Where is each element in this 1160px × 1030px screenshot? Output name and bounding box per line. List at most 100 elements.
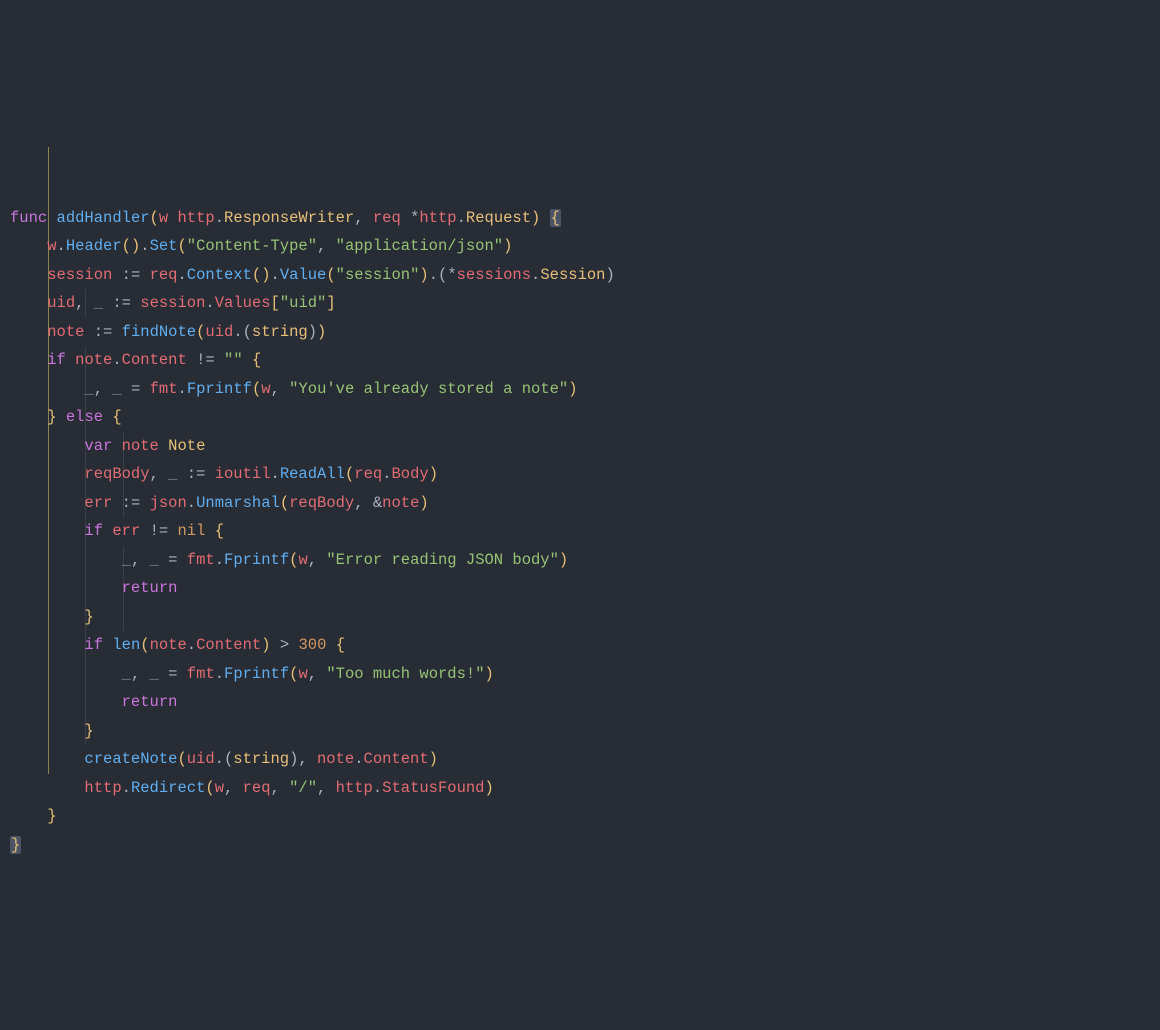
code-token (215, 351, 224, 369)
code-line[interactable]: w.Header().Set("Content-Type", "applicat… (6, 232, 1160, 261)
code-token (10, 351, 47, 369)
code-token: ) (289, 750, 298, 768)
code-token (159, 551, 168, 569)
code-token: , (150, 465, 169, 483)
code-token: := (94, 323, 113, 341)
code-token: . (122, 779, 131, 797)
code-content[interactable]: func addHandler(w http.ResponseWriter, r… (6, 204, 1160, 860)
code-token: else (66, 408, 103, 426)
code-token: "uid" (280, 294, 327, 312)
code-line[interactable]: err := json.Unmarshal(reqBody, &note) (6, 489, 1160, 518)
code-token: , (131, 665, 150, 683)
code-token: ( (177, 750, 186, 768)
code-token: w (261, 380, 270, 398)
code-token: } (84, 722, 93, 740)
code-token: } (10, 836, 21, 854)
code-line[interactable]: _, _ = fmt.Fprintf(w, "You've already st… (6, 375, 1160, 404)
code-token (205, 465, 214, 483)
code-token (84, 323, 93, 341)
code-line[interactable]: var note Note (6, 432, 1160, 461)
code-token: } (47, 807, 56, 825)
code-token (10, 494, 84, 512)
code-token: Body (391, 465, 428, 483)
code-token (10, 294, 47, 312)
code-token: , (298, 750, 317, 768)
code-token (159, 437, 168, 455)
code-line[interactable]: session := req.Context().Value("session"… (6, 261, 1160, 290)
code-line[interactable]: if note.Content != "" { (6, 346, 1160, 375)
code-token: return (122, 693, 178, 711)
code-token: note (122, 437, 159, 455)
code-line[interactable]: http.Redirect(w, req, "/", http.StatusFo… (6, 774, 1160, 803)
code-token: req (354, 465, 382, 483)
code-token: _ (84, 380, 93, 398)
code-token: note (150, 636, 187, 654)
code-token: . (215, 551, 224, 569)
code-line[interactable]: } (6, 603, 1160, 632)
code-token (540, 209, 549, 227)
code-token: , (317, 237, 336, 255)
code-token: Content (364, 750, 429, 768)
code-token: [ (271, 294, 280, 312)
code-token: . (531, 266, 540, 284)
code-line[interactable]: if err != nil { (6, 517, 1160, 546)
code-line[interactable]: uid, _ := session.Values["uid"] (6, 289, 1160, 318)
code-token (47, 209, 56, 227)
code-line[interactable]: if len(note.Content) > 300 { (6, 631, 1160, 660)
code-line[interactable]: createNote(uid.(string), note.Content) (6, 745, 1160, 774)
code-token: ) (419, 494, 428, 512)
code-token (10, 408, 47, 426)
code-token: if (84, 522, 103, 540)
code-token: . (178, 380, 187, 398)
code-token: Context (187, 266, 252, 284)
code-line[interactable]: _, _ = fmt.Fprintf(w, "Too much words!") (6, 660, 1160, 689)
code-line[interactable]: } (6, 831, 1160, 860)
code-token (140, 522, 149, 540)
code-token: , (354, 209, 373, 227)
code-token: "Content-Type" (187, 237, 317, 255)
code-token: . (215, 665, 224, 683)
code-token: . (354, 750, 363, 768)
code-token: , (131, 551, 150, 569)
code-token: () (252, 266, 271, 284)
code-token: () (122, 237, 141, 255)
code-token: := (112, 294, 131, 312)
code-token: = (168, 665, 177, 683)
code-token (10, 551, 122, 569)
code-token: . (187, 636, 196, 654)
code-token: .( (215, 750, 234, 768)
code-token: req (243, 779, 271, 797)
code-editor[interactable]: func addHandler(w http.ResponseWriter, r… (0, 114, 1160, 888)
code-line[interactable]: } else { (6, 403, 1160, 432)
code-token: & (373, 494, 382, 512)
code-line[interactable]: return (6, 688, 1160, 717)
code-token: _ (150, 665, 159, 683)
code-token: nil (177, 522, 205, 540)
code-token (271, 636, 280, 654)
code-token: http (336, 779, 373, 797)
code-token (10, 608, 84, 626)
code-line[interactable]: note := findNote(uid.(string)) (6, 318, 1160, 347)
code-token: w (298, 551, 307, 569)
code-token: var (84, 437, 112, 455)
code-token: , (271, 779, 290, 797)
code-token: ( (252, 380, 261, 398)
code-line[interactable]: } (6, 802, 1160, 831)
code-token: = (131, 380, 140, 398)
code-token: ( (280, 494, 289, 512)
code-token: { (252, 351, 261, 369)
code-token: string (252, 323, 308, 341)
code-line[interactable]: return (6, 574, 1160, 603)
code-token: json (150, 494, 187, 512)
code-token: note (382, 494, 419, 512)
code-token: len (112, 636, 140, 654)
code-token (57, 408, 66, 426)
code-line[interactable]: reqBody, _ := ioutil.ReadAll(req.Body) (6, 460, 1160, 489)
code-line[interactable]: _, _ = fmt.Fprintf(w, "Error reading JSO… (6, 546, 1160, 575)
code-token (10, 522, 84, 540)
code-token (326, 636, 335, 654)
code-token: err (84, 494, 112, 512)
code-line[interactable]: func addHandler(w http.ResponseWriter, r… (6, 204, 1160, 233)
code-line[interactable]: } (6, 717, 1160, 746)
code-token: uid (187, 750, 215, 768)
